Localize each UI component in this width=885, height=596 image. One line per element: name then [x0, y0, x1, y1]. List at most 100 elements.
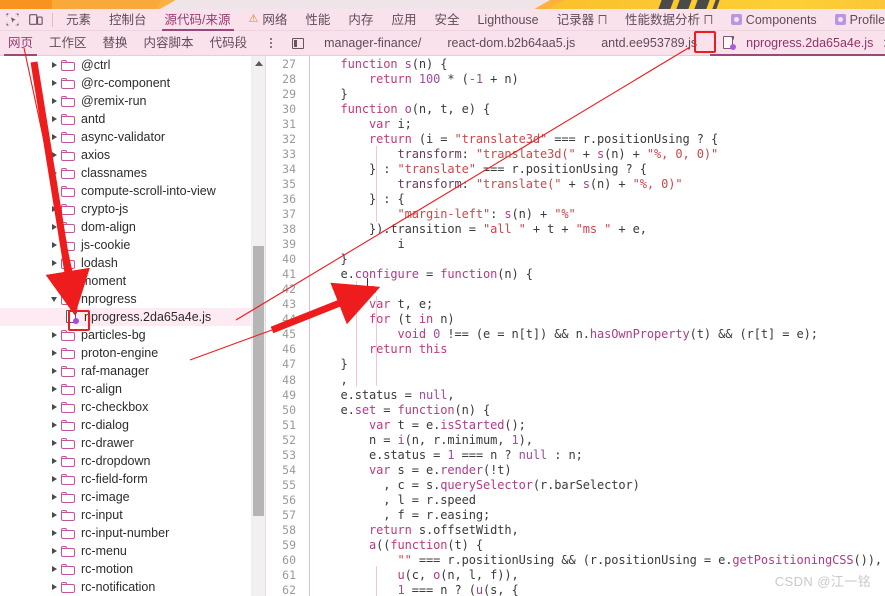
chevron-right-icon[interactable] [48, 527, 60, 539]
devtools-tab-i10[interactable]: 性能数据分析 ⨅ [616, 9, 722, 31]
tree-folder-row[interactable]: compute-scroll-into-view [0, 182, 252, 200]
devtools-tab-components[interactable]: Components [722, 9, 826, 31]
tree-folder-row[interactable]: raf-manager [0, 362, 252, 380]
chevron-right-icon[interactable] [48, 329, 60, 341]
chevron-right-icon[interactable] [48, 563, 60, 575]
chevron-right-icon[interactable] [48, 581, 60, 593]
chevron-right-icon[interactable] [48, 401, 60, 413]
tree-folder-row[interactable]: moment [0, 272, 252, 290]
navigator-tab-0[interactable]: 网页 [0, 31, 41, 56]
chevron-right-icon[interactable] [48, 203, 60, 215]
file-tab-1[interactable]: react-dom.b2b64aa5.js [434, 31, 588, 56]
chevron-right-icon[interactable] [48, 473, 60, 485]
chevron-right-icon[interactable] [48, 455, 60, 467]
devtools-tab-i7[interactable]: 安全 [425, 9, 468, 31]
devtools-tab-i4[interactable]: 性能 [296, 9, 339, 31]
chevron-right-icon[interactable] [48, 131, 60, 143]
devtools-tab-i6[interactable]: 应用 [382, 9, 425, 31]
tree-folder-row[interactable]: nprogress [0, 290, 252, 308]
tree-folder-row[interactable]: rc-input-number [0, 524, 252, 542]
code-text: e.status = null, [312, 387, 455, 402]
chevron-right-icon[interactable] [48, 383, 60, 395]
file-tab-0[interactable]: manager-finance/ [311, 31, 434, 56]
chevron-right-icon[interactable] [48, 275, 60, 287]
chevron-right-icon[interactable] [48, 419, 60, 431]
code-line: 34 } : "translate" === r.positionUsing ?… [266, 161, 885, 176]
chevron-right-icon[interactable] [48, 545, 60, 557]
folder-icon [61, 545, 75, 557]
devtools-tab-i9[interactable]: 记录器 ⨅ [548, 9, 616, 31]
folder-icon [61, 221, 75, 233]
tree-folder-row[interactable]: dom-align [0, 218, 252, 236]
tree-folder-row[interactable]: rc-align [0, 380, 252, 398]
chevron-right-icon[interactable] [48, 437, 60, 449]
chevron-right-icon[interactable] [48, 365, 60, 377]
scrollbar-thumb[interactable] [253, 246, 264, 516]
code-editor[interactable]: 27 function s(n) {28 return 100 * (-1 + … [266, 56, 885, 596]
chevron-right-icon[interactable] [48, 113, 60, 125]
scroll-up-arrow-icon[interactable] [252, 56, 265, 70]
tree-file-row[interactable]: nprogress.2da65a4e.js [0, 308, 252, 326]
file-tab-3[interactable]: nprogress.2da65a4e.js✕ [710, 31, 885, 56]
chevron-right-icon[interactable] [48, 491, 60, 503]
code-text: a((function(t) { [369, 538, 483, 553]
devtools-tab-i5[interactable]: 内存 [339, 9, 382, 31]
devtools-tab-lighthouse[interactable]: Lighthouse [468, 9, 547, 31]
chevron-right-icon[interactable] [48, 77, 60, 89]
code-text: var s = e.render(!t) [369, 462, 512, 477]
tree-folder-row[interactable]: antd [0, 110, 252, 128]
tree-folder-row[interactable]: rc-dialog [0, 416, 252, 434]
code-text: n = i(n, r.minimum, 1), [312, 432, 533, 447]
inspect-element-icon[interactable] [0, 10, 24, 30]
device-toolbar-icon[interactable] [24, 10, 48, 30]
navigator-tab-1[interactable]: 工作区 [41, 31, 95, 56]
chevron-right-icon[interactable] [48, 239, 60, 251]
devtools-tab-list: 元素 控制台 源代码/来源 ⚠ 网络 性能 内存 应用 安全 Lighthouse 记录器 ⨅ 性能数据… [57, 9, 885, 31]
devtools-tab-profiler[interactable]: Profiler [826, 9, 885, 31]
navigator-tab-2[interactable]: 替换 [95, 31, 136, 56]
tree-folder-row[interactable]: rc-menu [0, 542, 252, 560]
devtools-tab-i1[interactable]: 控制台 [100, 9, 156, 31]
tree-folder-row[interactable]: @rc-component [0, 74, 252, 92]
tree-folder-row[interactable]: rc-drawer [0, 434, 252, 452]
tree-folder-row[interactable]: axios [0, 146, 252, 164]
chevron-right-icon[interactable] [48, 185, 60, 197]
chevron-right-icon[interactable] [48, 347, 60, 359]
tree-folder-row[interactable]: async-validator [0, 128, 252, 146]
chevron-right-icon[interactable] [48, 95, 60, 107]
tree-folder-row[interactable]: rc-field-form [0, 470, 252, 488]
tree-folder-row[interactable]: @ctrl [0, 56, 252, 74]
tree-folder-row[interactable]: classnames [0, 164, 252, 182]
tree-folder-row[interactable]: @remix-run [0, 92, 252, 110]
tree-folder-row[interactable]: proton-engine [0, 344, 252, 362]
devtools-tab-i2[interactable]: 源代码/来源 [156, 9, 240, 31]
tree-folder-row[interactable]: js-cookie [0, 236, 252, 254]
tree-folder-row[interactable]: rc-motion [0, 560, 252, 578]
tree-folder-row[interactable]: crypto-js [0, 200, 252, 218]
tree-folder-row[interactable]: particles-bg [0, 326, 252, 344]
devtools-tab-i0[interactable]: 元素 [57, 9, 100, 31]
navigator-tab-4[interactable]: 代码段 [202, 31, 256, 56]
toggle-navigator-icon[interactable] [285, 31, 311, 56]
file-tab-2[interactable]: antd.ee953789.js [588, 31, 710, 56]
chevron-right-icon[interactable] [48, 167, 60, 179]
code-line: 48 , [266, 372, 885, 387]
line-number: 51 [282, 417, 296, 432]
tree-folder-row[interactable]: rc-image [0, 488, 252, 506]
file-tree-scrollbar[interactable] [251, 56, 265, 596]
navigator-tab-3[interactable]: 内容脚本 [136, 31, 202, 56]
tree-folder-row[interactable]: rc-dropdown [0, 452, 252, 470]
chevron-right-icon[interactable] [48, 509, 60, 521]
chevron-right-icon[interactable] [48, 149, 60, 161]
tree-folder-row[interactable]: rc-checkbox [0, 398, 252, 416]
tree-folder-row[interactable]: rc-notification [0, 578, 252, 596]
tree-folder-row[interactable]: rc-input [0, 506, 252, 524]
tree-folder-row[interactable]: lodash [0, 254, 252, 272]
chevron-right-icon[interactable] [48, 59, 60, 71]
chevron-down-icon[interactable] [48, 293, 60, 305]
more-options-icon[interactable] [261, 31, 281, 56]
chevron-right-icon[interactable] [48, 221, 60, 233]
chevron-right-icon[interactable] [48, 257, 60, 269]
folder-icon [61, 581, 75, 593]
devtools-tab-i3[interactable]: ⚠ 网络 [240, 9, 297, 31]
